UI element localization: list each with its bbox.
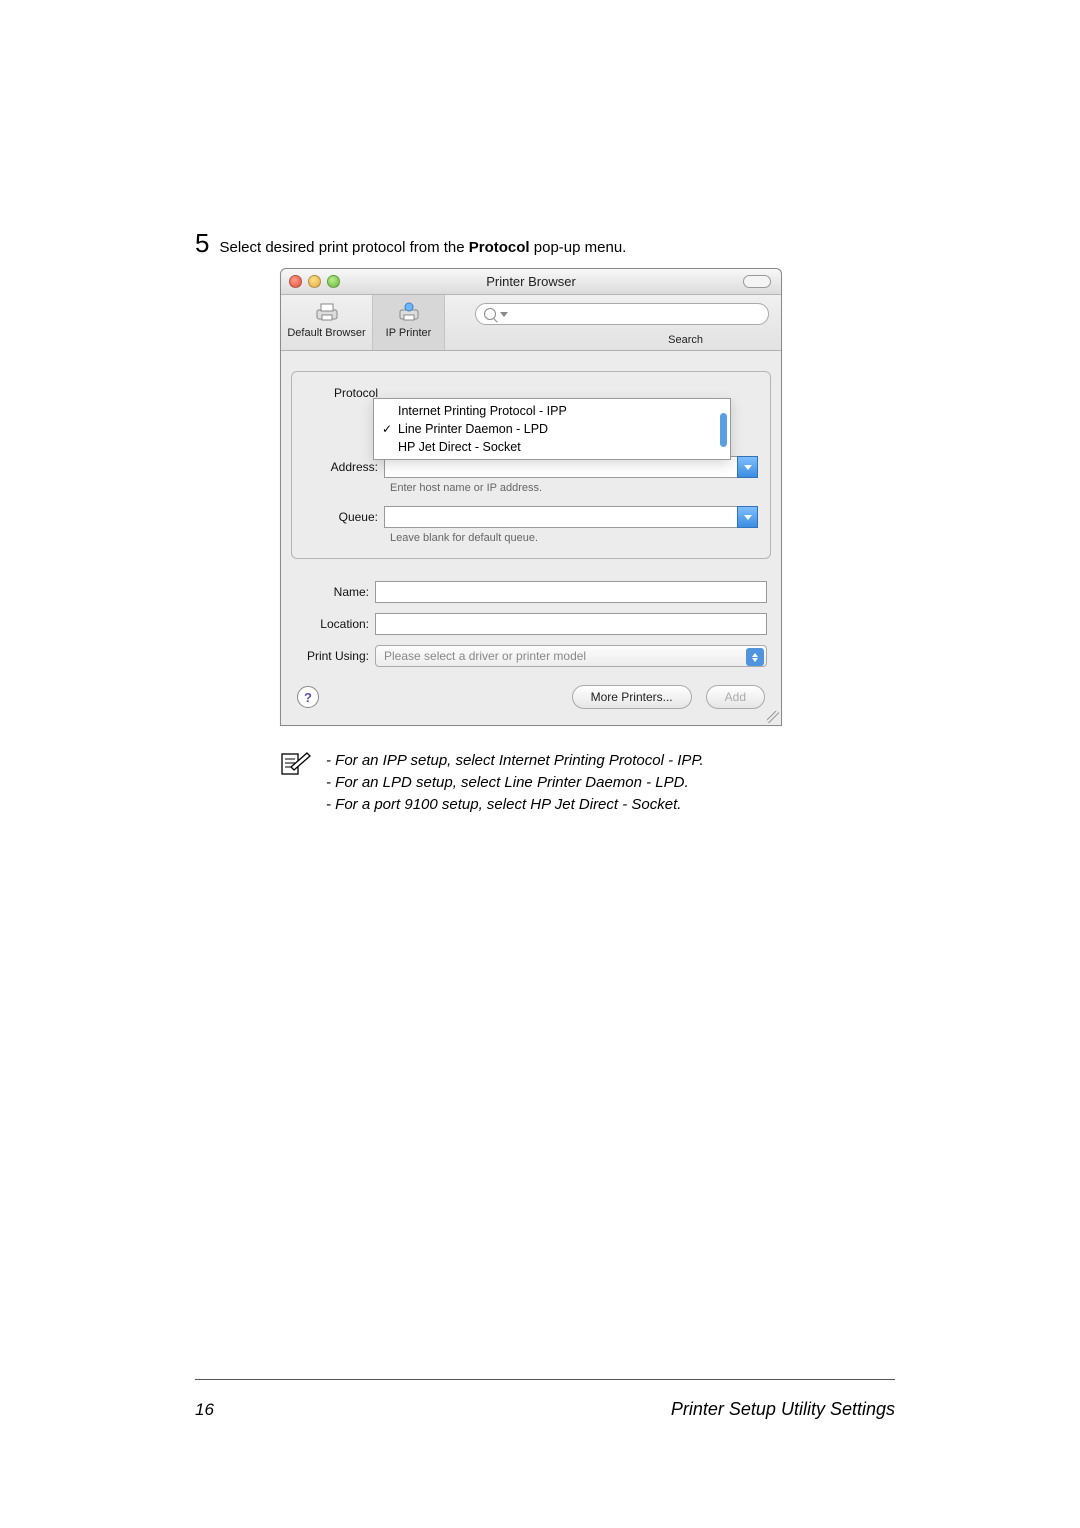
name-label: Name: xyxy=(295,585,375,599)
note-line-1: - For an IPP setup, select Internet Prin… xyxy=(326,750,704,772)
toolbar: Default Browser IP Printer xyxy=(281,295,781,351)
printer-browser-window: Printer Browser Default Browser xyxy=(280,268,782,726)
address-label: Address: xyxy=(304,460,384,474)
help-button[interactable]: ? xyxy=(297,686,319,708)
step-text-suffix: pop-up menu. xyxy=(530,239,627,256)
tab-default-browser-label: Default Browser xyxy=(287,327,365,339)
location-input[interactable] xyxy=(375,613,767,635)
add-button[interactable]: Add xyxy=(706,685,765,709)
close-icon[interactable] xyxy=(289,275,302,288)
tab-ip-printer-label: IP Printer xyxy=(386,327,432,339)
printer-icon xyxy=(312,301,342,323)
add-button-label: Add xyxy=(725,690,746,704)
connection-panel: Protocol Internet Printing Protocol - IP… xyxy=(291,371,771,559)
queue-history-button[interactable] xyxy=(737,506,758,528)
resize-grip-icon[interactable] xyxy=(767,711,779,723)
note-line-2: - For an LPD setup, select Line Printer … xyxy=(326,772,704,794)
window-title: Printer Browser xyxy=(486,274,576,289)
toolbar-toggle-icon[interactable] xyxy=(743,275,771,288)
note-line-3: - For a port 9100 setup, select HP Jet D… xyxy=(326,794,704,816)
note-block: - For an IPP setup, select Internet Prin… xyxy=(280,750,895,815)
location-row: Location: xyxy=(295,613,767,635)
page-body: 5 Select desired print protocol from the… xyxy=(195,230,895,815)
protocol-option-ipp-label: Internet Printing Protocol - IPP xyxy=(398,404,567,418)
tab-default-browser[interactable]: Default Browser xyxy=(281,295,373,350)
queue-row: Queue: xyxy=(304,506,758,528)
protocol-option-ipp[interactable]: Internet Printing Protocol - IPP xyxy=(374,402,730,420)
step-5: 5 Select desired print protocol from the… xyxy=(195,230,895,256)
queue-hint: Leave blank for default queue. xyxy=(390,532,758,544)
protocol-option-lpd[interactable]: ✓ Line Printer Daemon - LPD xyxy=(374,420,730,438)
search-label: Search xyxy=(668,334,703,346)
window-footer: ? More Printers... Add xyxy=(291,685,771,715)
print-using-select[interactable]: Please select a driver or printer model xyxy=(375,645,767,667)
question-mark-icon: ? xyxy=(304,690,312,705)
name-input[interactable] xyxy=(375,581,767,603)
traffic-lights xyxy=(289,275,340,288)
protocol-option-socket[interactable]: HP Jet Direct - Socket xyxy=(374,438,730,456)
scroll-indicator xyxy=(720,413,727,447)
print-using-label: Print Using: xyxy=(295,649,375,663)
address-history-button[interactable] xyxy=(737,456,758,478)
note-icon xyxy=(280,750,312,815)
queue-input[interactable] xyxy=(384,506,737,528)
chevron-down-icon[interactable] xyxy=(500,312,508,317)
footer-rule xyxy=(195,1379,895,1380)
tab-ip-printer[interactable]: IP Printer xyxy=(373,295,445,350)
minimize-icon[interactable] xyxy=(308,275,321,288)
checkmark-icon: ✓ xyxy=(382,422,392,436)
search-input[interactable] xyxy=(475,303,769,325)
note-text: - For an IPP setup, select Internet Prin… xyxy=(326,750,704,815)
more-printers-button[interactable]: More Printers... xyxy=(572,685,692,709)
page-number: 16 xyxy=(195,1400,245,1420)
step-number: 5 xyxy=(195,230,209,256)
name-row: Name: xyxy=(295,581,767,603)
protocol-popup[interactable]: Internet Printing Protocol - IPP ✓ Line … xyxy=(373,398,731,460)
page-footer-title: Printer Setup Utility Settings xyxy=(245,1399,895,1420)
window-titlebar[interactable]: Printer Browser xyxy=(281,269,781,295)
zoom-icon[interactable] xyxy=(327,275,340,288)
location-label: Location: xyxy=(295,617,375,631)
updown-arrows-icon xyxy=(746,648,764,666)
protocol-option-socket-label: HP Jet Direct - Socket xyxy=(398,440,521,454)
network-printer-icon xyxy=(394,301,424,323)
queue-label: Queue: xyxy=(304,510,384,524)
step-text-bold: Protocol xyxy=(469,239,530,256)
toolbar-search-area: Search xyxy=(445,295,781,350)
print-using-row: Print Using: Please select a driver or p… xyxy=(295,645,767,667)
step-text-prefix: Select desired print protocol from the xyxy=(219,239,468,256)
window-body: Protocol Internet Printing Protocol - IP… xyxy=(281,351,781,725)
step-text: Select desired print protocol from the P… xyxy=(219,239,626,256)
protocol-option-lpd-label: Line Printer Daemon - LPD xyxy=(398,422,548,436)
more-printers-label: More Printers... xyxy=(591,690,673,704)
print-using-value: Please select a driver or printer model xyxy=(384,649,586,663)
search-icon xyxy=(484,308,496,320)
page-footer: 16 Printer Setup Utility Settings xyxy=(195,1399,895,1420)
identity-panel: Name: Location: Print Using: Please sele… xyxy=(291,581,771,667)
address-hint: Enter host name or IP address. xyxy=(390,482,758,494)
protocol-label: Protocol xyxy=(304,386,384,400)
